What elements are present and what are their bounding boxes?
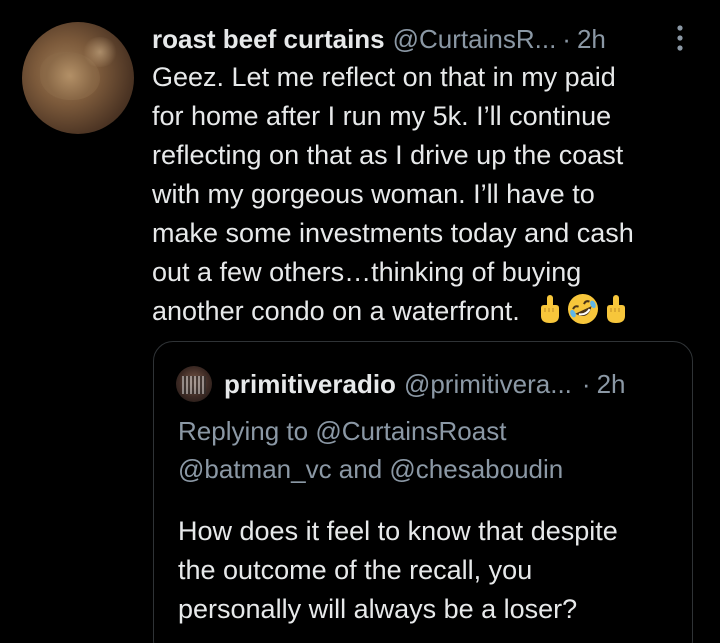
replying-prefix: Replying to (178, 416, 316, 446)
rolling-laughing-emoji-icon (567, 294, 598, 324)
separator-dot: · (562, 23, 571, 54)
mention-link[interactable]: @batman_vc (178, 454, 332, 484)
quoted-author-handle[interactable]: @primitivera... (404, 369, 572, 400)
more-vertical-icon[interactable] (672, 24, 688, 52)
separator-dot: · (581, 368, 591, 399)
author-avatar[interactable] (22, 22, 134, 134)
quoted-tweet-body: How does it feel to know that despite th… (178, 516, 618, 624)
quoted-tweet-header: primitiveradio @primitivera... · 2h (176, 364, 626, 404)
tweet-timestamp[interactable]: 2h (577, 24, 606, 55)
quoted-author-avatar[interactable] (176, 366, 212, 402)
quoted-tweet-timestamp[interactable]: 2h (597, 369, 626, 400)
replying-and: and (331, 454, 390, 484)
replying-to-line: Replying to @CurtainsRoast @batman_vc and… (178, 412, 678, 488)
tweet-header: roast beef curtains @CurtainsR... · 2h (152, 21, 606, 57)
quoted-tweet[interactable]: primitiveradio @primitivera... · 2h Repl… (153, 341, 693, 643)
quoted-author-display-name[interactable]: primitiveradio (224, 369, 396, 400)
middle-finger-emoji-icon (606, 295, 625, 323)
tweet-body: Geez. Let me reflect on that in my paid … (152, 58, 702, 331)
middle-finger-emoji-icon (540, 295, 559, 323)
tweet[interactable]: roast beef curtains @CurtainsR... · 2h G… (0, 0, 720, 643)
author-display-name[interactable]: roast beef curtains (152, 24, 385, 55)
emoji-group (538, 292, 628, 326)
mention-link[interactable]: @CurtainsRoast (315, 416, 506, 446)
tweet-text: Geez. Let me reflect on that in my paid … (152, 62, 634, 326)
mention-link[interactable]: @chesaboudin (389, 454, 563, 484)
author-handle[interactable]: @CurtainsR... (393, 24, 557, 55)
